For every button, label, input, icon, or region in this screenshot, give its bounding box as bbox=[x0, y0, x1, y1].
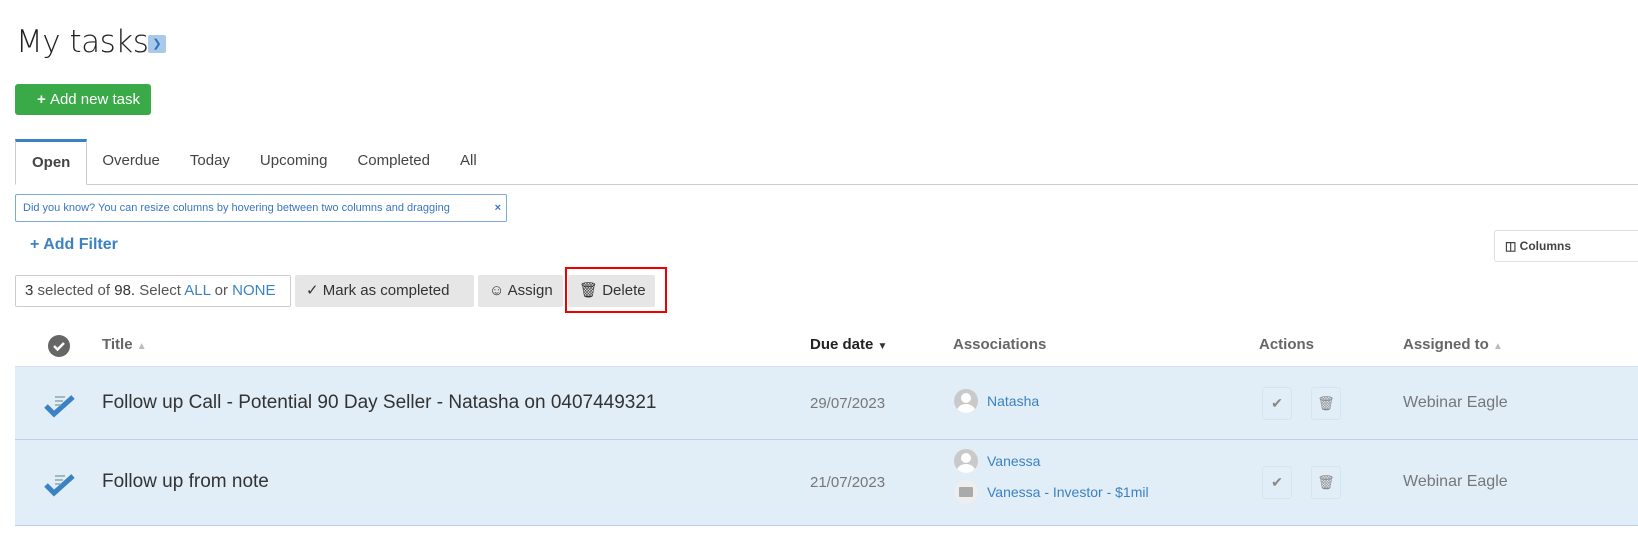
columns-label: Columns bbox=[1519, 239, 1572, 253]
tab-upcoming[interactable]: Upcoming bbox=[245, 139, 343, 184]
complete-task-button[interactable]: ✔ bbox=[1262, 466, 1292, 499]
association-link[interactable]: Vanessa bbox=[987, 453, 1040, 469]
tab-all[interactable]: All bbox=[445, 139, 492, 184]
task-title[interactable]: Follow up from note bbox=[102, 471, 269, 493]
user-icon: ☺ bbox=[489, 282, 505, 299]
tab-today[interactable]: Today bbox=[175, 139, 245, 184]
columns-icon: ◫ bbox=[1505, 239, 1520, 253]
total-count: 98. bbox=[114, 282, 136, 299]
assigned-to: Webinar Eagle bbox=[1403, 473, 1508, 490]
add-filter-button[interactable]: + Add Filter bbox=[30, 236, 118, 254]
avatar bbox=[954, 389, 978, 413]
tab-bar: Open Overdue Today Upcoming Completed Al… bbox=[15, 139, 1638, 185]
tab-overdue[interactable]: Overdue bbox=[87, 139, 175, 184]
sort-desc-icon: ▼ bbox=[877, 341, 888, 352]
check-icon: ✓ bbox=[306, 282, 323, 299]
column-header-title[interactable]: Title ▲︎ bbox=[102, 336, 147, 353]
table-row[interactable]: Follow up Call - Potential 90 Day Seller… bbox=[15, 366, 1638, 440]
mark-completed-button[interactable]: ✓ Mark as completed bbox=[295, 275, 474, 307]
select-none-link[interactable]: NONE bbox=[232, 282, 275, 299]
chevron-down-icon[interactable]: ❯ bbox=[148, 35, 166, 53]
trash-icon: 🗑 bbox=[1317, 474, 1335, 490]
association-link[interactable]: Vanessa - Investor - $1mil bbox=[987, 484, 1149, 500]
selection-text: Select bbox=[135, 282, 185, 299]
assign-label: Assign bbox=[507, 282, 553, 299]
add-task-label: Add new task bbox=[49, 91, 140, 108]
assign-button[interactable]: ☺ Assign bbox=[478, 275, 563, 307]
task-due-date: 29/07/2023 bbox=[810, 395, 886, 412]
due-header-label: Due date bbox=[810, 336, 874, 353]
highlight-box bbox=[565, 267, 667, 313]
selection-text: selected of bbox=[33, 282, 115, 299]
plus-icon: + bbox=[37, 91, 50, 108]
column-header-assigned-to[interactable]: Assigned to ▲ bbox=[1403, 336, 1503, 353]
page-title: My tasks bbox=[16, 24, 149, 60]
association-contact[interactable]: Natasha bbox=[954, 389, 1039, 413]
close-icon[interactable]: × bbox=[495, 195, 501, 221]
add-new-task-button[interactable]: + Add new task bbox=[15, 84, 151, 115]
avatar bbox=[954, 449, 978, 473]
columns-button[interactable]: ◫ Columns bbox=[1494, 230, 1638, 262]
tip-banner: Did you know? You can resize columns by … bbox=[15, 194, 507, 222]
sort-icon: ▲ bbox=[1493, 341, 1503, 352]
assigned-to: Webinar Eagle bbox=[1403, 394, 1508, 411]
select-all-link[interactable]: ALL bbox=[184, 282, 210, 299]
task-title[interactable]: Follow up Call - Potential 90 Day Seller… bbox=[102, 392, 657, 414]
column-header-due-date[interactable]: Due date ▼ bbox=[810, 336, 887, 353]
plus-icon: + bbox=[30, 236, 44, 253]
delete-task-button[interactable]: 🗑 bbox=[1311, 466, 1341, 499]
add-filter-label: Add Filter bbox=[43, 236, 118, 253]
column-header-actions: Actions bbox=[1259, 336, 1315, 353]
title-header-label: Title bbox=[102, 336, 133, 353]
assigned-header-label: Assigned to bbox=[1403, 336, 1489, 353]
check-icon: ✔ bbox=[1271, 395, 1283, 411]
sort-icon: ▲︎ bbox=[136, 341, 147, 352]
select-all-checkbox-icon[interactable] bbox=[48, 335, 70, 357]
task-selected-icon[interactable] bbox=[43, 466, 77, 500]
selection-summary: 3 selected of 98. Select ALL or NONE bbox=[15, 275, 291, 307]
association-contact[interactable]: Vanessa bbox=[954, 449, 1040, 473]
task-due-date: 21/07/2023 bbox=[810, 474, 886, 491]
delete-task-button[interactable]: 🗑 bbox=[1311, 387, 1341, 420]
selection-text: or bbox=[210, 282, 233, 299]
table-row[interactable]: Follow up from note 21/07/2023 Vanessa V… bbox=[15, 440, 1638, 526]
mark-completed-label: Mark as completed bbox=[322, 282, 450, 299]
association-deal[interactable]: Vanessa - Investor - $1mil bbox=[954, 480, 1149, 504]
complete-task-button[interactable]: ✔ bbox=[1262, 387, 1292, 420]
tab-open[interactable]: Open bbox=[15, 139, 88, 185]
association-link[interactable]: Natasha bbox=[987, 393, 1039, 409]
task-selected-icon[interactable] bbox=[43, 387, 77, 421]
trash-icon: 🗑 bbox=[1317, 395, 1335, 411]
tip-text: Did you know? You can resize columns by … bbox=[23, 202, 450, 214]
deal-icon bbox=[954, 480, 978, 504]
tab-completed[interactable]: Completed bbox=[342, 139, 445, 184]
check-icon: ✔ bbox=[1271, 474, 1283, 490]
column-header-associations: Associations bbox=[953, 336, 1047, 353]
